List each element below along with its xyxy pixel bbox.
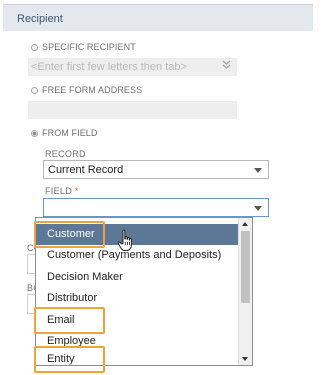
radio-free-form-address[interactable]: FREE FORM ADDRESS bbox=[31, 85, 142, 95]
highlight-box-entity bbox=[34, 346, 105, 373]
dropdown-option-decision-maker[interactable]: Decision Maker bbox=[36, 267, 238, 288]
radio-button[interactable] bbox=[31, 44, 38, 51]
hand-pointer-icon bbox=[117, 229, 132, 251]
dropdown-option-customer-payments[interactable]: Customer (Payments and Deposits) bbox=[36, 245, 238, 266]
required-marker: * bbox=[75, 186, 79, 196]
radio-button-checked[interactable] bbox=[31, 130, 38, 137]
radio-button[interactable] bbox=[31, 87, 38, 94]
specific-recipient-input: <Enter first few letters then tab> bbox=[28, 58, 237, 76]
record-select-value: Current Record bbox=[48, 164, 124, 176]
field-label-text: FIELD bbox=[45, 186, 73, 196]
page: Recipient SPECIFIC RECIPIENT <Enter firs… bbox=[0, 0, 323, 375]
chevron-down-icon bbox=[254, 206, 262, 211]
record-label: RECORD bbox=[45, 149, 86, 159]
specific-recipient-placeholder: <Enter first few letters then tab> bbox=[31, 61, 187, 73]
dropdown-scrollbar[interactable] bbox=[238, 218, 252, 365]
radio-specific-recipient[interactable]: SPECIFIC RECIPIENT bbox=[31, 42, 136, 52]
radio-label: FREE FORM ADDRESS bbox=[42, 85, 143, 95]
field-select[interactable] bbox=[43, 198, 269, 217]
field-label: FIELD * bbox=[45, 186, 79, 196]
radio-label: SPECIFIC RECIPIENT bbox=[42, 42, 136, 52]
radio-from-field[interactable]: FROM FIELD bbox=[31, 128, 98, 138]
record-select[interactable]: Current Record bbox=[43, 160, 269, 179]
radio-label: FROM FIELD bbox=[42, 128, 98, 138]
double-chevron-down-icon bbox=[222, 60, 231, 70]
highlight-box-customer bbox=[34, 221, 105, 248]
highlight-box-email bbox=[34, 307, 105, 334]
section-title: Recipient bbox=[17, 13, 63, 25]
section-header[interactable]: Recipient bbox=[3, 4, 313, 31]
free-form-address-input bbox=[28, 101, 237, 119]
dropdown-option-distributor[interactable]: Distributor bbox=[36, 288, 238, 309]
scroll-down-arrow-icon[interactable] bbox=[242, 357, 248, 361]
scrollbar-thumb[interactable] bbox=[241, 231, 250, 303]
chevron-down-icon bbox=[254, 168, 262, 173]
scroll-up-arrow-icon[interactable] bbox=[242, 222, 248, 226]
